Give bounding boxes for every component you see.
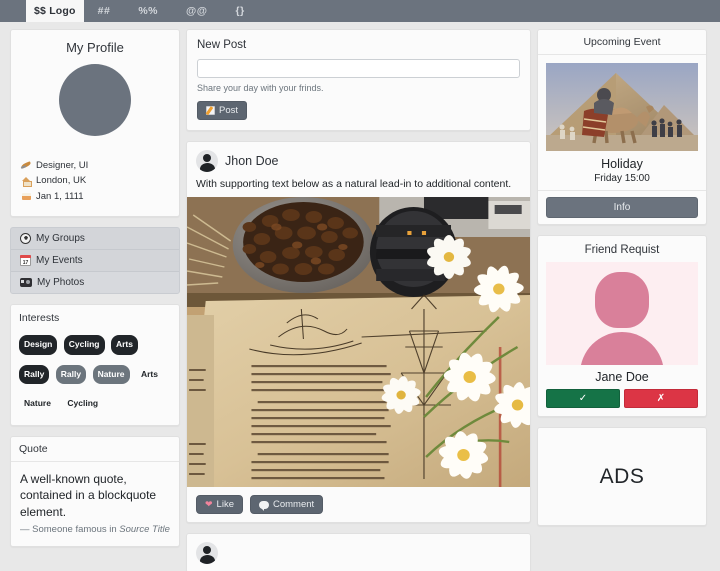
nav-link-4[interactable]: {} [222,0,259,22]
user-avatar-icon[interactable] [196,542,218,564]
upcoming-event-card: Upcoming Event Holiday Friday 15:00 Info [537,29,707,225]
like-button[interactable]: ❤ Like [196,495,243,514]
nav-link-2[interactable]: %% [124,0,172,22]
post-header [187,534,530,568]
decline-button[interactable]: ✗ [624,389,698,408]
camera-icon [20,278,32,288]
quote-card: Quote A well-known quote, contained in a… [10,435,180,548]
interests-card: Interests Design Cycling Arts Rally Rall… [10,304,180,426]
post-image[interactable] [187,197,530,487]
nav-link-3[interactable]: @@ [172,0,221,22]
house-icon [21,176,32,188]
event-footer: Info [538,190,706,224]
post-button-label: Post [219,105,239,116]
person-body-shape [580,332,664,365]
profile-meta-birthday: Jan 1, 1111 [21,189,169,204]
new-post-help-text: Share your day with your frinds. [197,83,324,93]
navbar: $$ Logo ## %% @@ {} [0,0,720,22]
quote-card-header: Quote [11,436,179,462]
post-card-next [186,533,531,571]
like-button-label: Like [216,499,234,510]
sidebar-item-my-groups[interactable]: My Groups [11,228,179,251]
right-sidebar: Upcoming Event Holiday Friday 15:00 Info… [537,29,707,571]
avatar[interactable] [59,64,131,136]
interest-tag[interactable]: Cycling [62,394,103,414]
memo-icon [206,106,215,115]
comment-button[interactable]: Comment [249,495,324,514]
globe-icon [20,233,31,245]
nav-link-1[interactable]: ## [84,0,125,22]
page-title: My Profile [66,40,124,55]
new-post-input[interactable] [197,59,520,78]
friend-request-actions: ✓ ✗ [546,389,698,408]
accept-button[interactable]: ✓ [546,389,620,408]
profile-meta-location: London, UK [21,173,169,188]
interest-tag[interactable]: Design [19,335,58,355]
left-sidebar: My Profile Designer, UI London, UK Jan 1… [10,29,180,571]
profile-card: My Profile Designer, UI London, UK Jan 1… [10,29,180,218]
profile-birthday-label: Jan 1, 1111 [36,190,84,202]
event-image[interactable] [546,63,698,151]
interests-tag-list: Design Cycling Arts Rally Rally Nature A… [19,328,171,417]
event-name: Holiday [601,157,643,171]
sidebar-item-my-photos[interactable]: My Photos [11,272,179,294]
calendar-day: 17 [22,259,29,266]
post-button[interactable]: Post [197,101,248,120]
new-post-card: New Post Share your day with your frinds… [186,29,531,131]
ads-label: ADS [599,464,645,488]
quill-icon [21,161,32,171]
interest-tag[interactable]: Arts [110,335,138,355]
nav-brand[interactable]: $$ Logo [26,0,84,22]
page-layout: My Profile Designer, UI London, UK Jan 1… [0,22,720,571]
post-actions: ❤ Like Comment [187,487,530,522]
profile-location-label: London, UK [36,175,87,187]
sidebar-item-label: My Events [36,255,83,267]
friend-request-card: Friend Requist Jane Doe ✓ ✗ [537,235,707,417]
interest-tag[interactable]: Arts [136,365,163,385]
interest-tag[interactable]: Nature [19,394,56,414]
sidebar-item-my-events[interactable]: 17 My Events [11,250,179,273]
user-avatar-icon[interactable] [196,150,218,172]
post-author-name[interactable]: Jhon Doe [225,154,279,168]
sidebar-item-label: My Photos [37,277,85,289]
post-text: With supporting text below as a natural … [196,178,512,190]
calendar-icon: 17 [20,255,31,267]
interests-title: Interests [19,312,60,325]
post-card: Jhon Doe With supporting text below as a… [186,141,531,523]
quote-attribution: — Someone famous in Source Title [20,524,170,537]
ads-card[interactable]: ADS [537,427,707,526]
sidebar-item-label: My Groups [36,233,85,245]
speech-balloon-icon [258,500,269,511]
friend-avatar-placeholder [546,262,698,365]
profile-occupation-label: Designer, UI [36,160,89,171]
interest-tag[interactable]: Rally [19,364,50,385]
quote-source: Source Title [119,523,170,535]
comment-button-label: Comment [272,499,315,510]
person-head-shape [595,272,649,328]
event-time: Friday 15:00 [594,173,650,184]
cake-icon [21,191,32,201]
post-header: Jhon Doe [187,142,530,176]
new-post-title: New Post [197,39,247,51]
check-icon: ✓ [578,393,588,404]
quote-attribution-text: — Someone famous in [20,523,117,535]
profile-meta-occupation: Designer, UI [21,158,169,173]
event-info-button[interactable]: Info [546,197,698,218]
main-feed: New Post Share your day with your frinds… [186,29,531,571]
sidebar-nav-list: My Groups 17 My Events My Photos [10,227,180,295]
heart-icon: ❤ [205,499,213,509]
cross-icon: ✗ [656,393,666,404]
profile-meta: Designer, UI London, UK Jan 1, 1111 [21,158,169,204]
friend-request-name: Jane Doe [595,370,649,384]
interest-tag[interactable]: Cycling [63,335,105,355]
interest-tag[interactable]: Nature [92,364,130,385]
quote-text: A well-known quote, contained in a block… [20,471,157,519]
upcoming-event-header: Upcoming Event [538,30,706,55]
friend-request-title: Friend Requist [584,244,660,256]
interest-tag[interactable]: Rally [55,364,87,385]
